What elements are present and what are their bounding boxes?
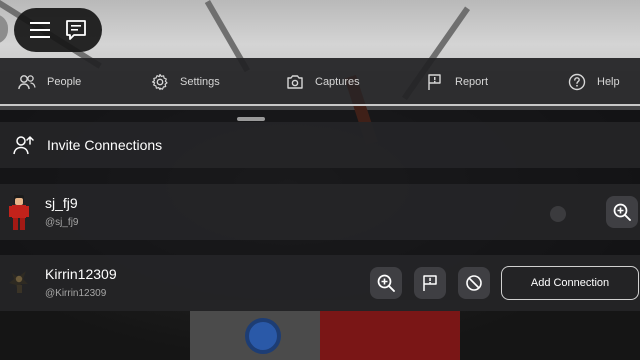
player-username: @sj_fj9 (45, 217, 79, 228)
tab-label: Report (455, 76, 489, 88)
panel-drag-handle[interactable] (237, 117, 265, 121)
camera-icon (287, 75, 303, 89)
add-connection-button[interactable]: Add Connection (501, 266, 639, 300)
zoom-in-icon (613, 203, 631, 221)
zoom-in-icon (377, 274, 395, 292)
player-username: @Kirrin12309 (45, 288, 107, 299)
status-dot (550, 206, 566, 222)
top-menu-pill (14, 8, 102, 52)
flag-icon (423, 275, 437, 291)
tab-report[interactable]: Report (426, 58, 488, 106)
player-row[interactable]: sj_fj9 @sj_fj9 (0, 184, 640, 240)
tab-people[interactable]: People (18, 58, 81, 106)
tab-label: Settings (180, 76, 220, 88)
avatar (9, 271, 28, 293)
tab-label: Help (597, 76, 620, 88)
red-floor (320, 310, 460, 360)
chat-icon[interactable] (60, 14, 92, 46)
report-player-button[interactable] (414, 267, 446, 299)
help-icon (568, 73, 586, 91)
people-icon (18, 75, 36, 90)
invite-label: Invite Connections (47, 137, 163, 153)
inspect-button[interactable] (606, 196, 638, 228)
player-display-name: sj_fj9 (45, 195, 78, 211)
player-display-name: Kirrin12309 (45, 266, 117, 282)
avatar (9, 195, 29, 230)
invite-connections-button[interactable]: Invite Connections (0, 122, 640, 168)
tab-settings[interactable]: Settings (151, 58, 220, 106)
block-icon (466, 275, 482, 291)
block-player-button[interactable] (458, 267, 490, 299)
tab-label: Captures (315, 76, 360, 88)
tab-captures[interactable]: Captures (286, 58, 360, 106)
hamburger-icon[interactable] (24, 14, 56, 46)
blue-game-item (245, 318, 281, 354)
player-row[interactable]: Kirrin12309 @Kirrin12309 Add Connection (0, 255, 640, 311)
tab-help[interactable]: Help (568, 58, 620, 106)
tab-label: People (47, 76, 82, 88)
flag-icon (428, 74, 441, 90)
add-person-icon (13, 136, 34, 155)
menu-tab-bar: People Settings Captures Report Help (0, 58, 640, 106)
inspect-button[interactable] (370, 267, 402, 299)
gear-icon (151, 73, 168, 91)
